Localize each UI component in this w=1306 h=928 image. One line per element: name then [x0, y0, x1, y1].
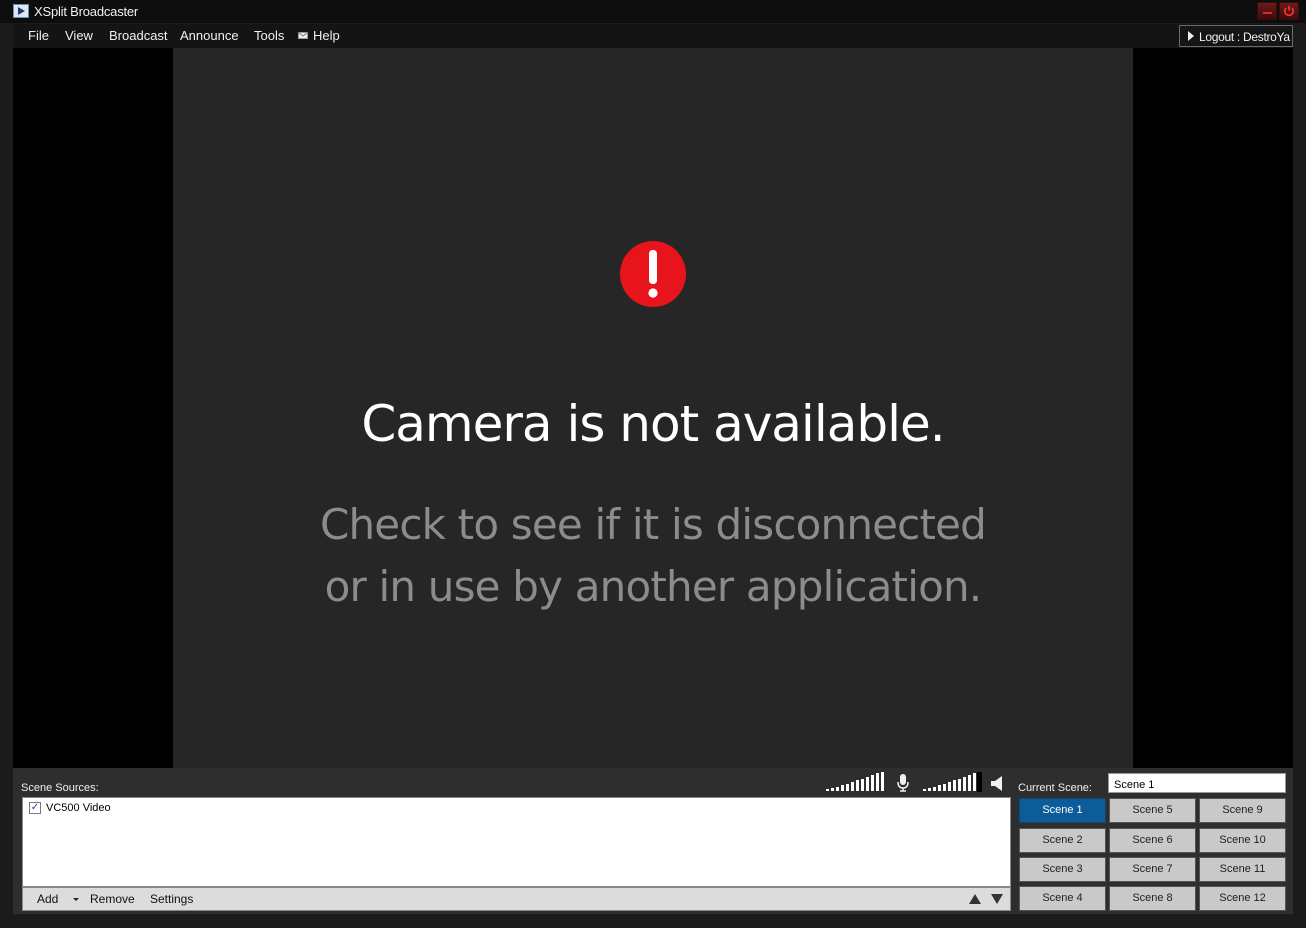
- source-visibility-checkbox[interactable]: ✓: [29, 802, 41, 814]
- window-title: XSplit Broadcaster: [34, 4, 139, 19]
- sources-toolbar: Add Remove Settings: [22, 887, 1011, 911]
- scene-button-7[interactable]: Scene 7: [1109, 857, 1196, 882]
- scene-button-9[interactable]: Scene 9: [1199, 798, 1286, 823]
- scene-sources-label: Scene Sources:: [21, 782, 99, 794]
- logout-button[interactable]: Logout : DestroYa: [1179, 25, 1293, 47]
- title-bar: XSplit Broadcaster: [0, 0, 1306, 23]
- alert-icon: [620, 241, 686, 307]
- menu-broadcast[interactable]: Broadcast: [109, 28, 168, 43]
- remove-source-button[interactable]: Remove: [90, 892, 135, 906]
- scene-sources-list[interactable]: ✓ VC500 Video: [22, 797, 1011, 887]
- camera-error-title: Camera is not available.: [361, 395, 945, 453]
- power-icon: [1283, 5, 1295, 17]
- scene-button-6[interactable]: Scene 6: [1109, 828, 1196, 853]
- current-scene-label: Current Scene:: [1018, 782, 1092, 794]
- menu-file[interactable]: File: [28, 28, 49, 43]
- camera-error-message: Check to see if it is disconnected or in…: [173, 494, 1133, 618]
- scene-button-12[interactable]: Scene 12: [1199, 886, 1286, 911]
- scene-button-11[interactable]: Scene 11: [1199, 857, 1286, 882]
- mic-icon[interactable]: [897, 774, 909, 792]
- move-up-icon[interactable]: [969, 894, 981, 904]
- app-icon: [13, 4, 29, 18]
- source-settings-button[interactable]: Settings: [150, 892, 193, 906]
- scene-button-5[interactable]: Scene 5: [1109, 798, 1196, 823]
- menu-announce[interactable]: Announce: [180, 28, 239, 43]
- preview-canvas[interactable]: Camera is not available. Check to see if…: [173, 48, 1133, 768]
- add-source-button[interactable]: Add: [37, 892, 58, 906]
- minimize-icon: [1263, 12, 1272, 14]
- add-dropdown-icon[interactable]: [73, 898, 79, 901]
- close-button[interactable]: [1279, 2, 1299, 20]
- source-name: VC500 Video: [46, 802, 111, 814]
- scene-button-1[interactable]: Scene 1: [1019, 798, 1106, 823]
- minimize-button[interactable]: [1257, 2, 1277, 20]
- camera-error-line-2: or in use by another application.: [324, 562, 983, 611]
- scene-button-10[interactable]: Scene 10: [1199, 828, 1286, 853]
- menu-view[interactable]: View: [65, 28, 93, 43]
- current-scene-input[interactable]: [1108, 773, 1286, 793]
- mail-icon: [298, 32, 308, 39]
- speaker-volume-meter[interactable]: [922, 772, 984, 792]
- scene-button-2[interactable]: Scene 2: [1019, 828, 1106, 853]
- menu-help[interactable]: Help: [313, 28, 340, 43]
- menu-tools[interactable]: Tools: [254, 28, 284, 43]
- move-down-icon[interactable]: [991, 894, 1003, 904]
- scene-button-3[interactable]: Scene 3: [1019, 857, 1106, 882]
- play-triangle-icon: [1188, 31, 1194, 41]
- speaker-icon[interactable]: [990, 775, 1006, 792]
- logout-label: Logout : DestroYa: [1199, 30, 1290, 44]
- menu-bar: File View Broadcast Announce Tools Help: [13, 24, 1293, 48]
- scene-button-8[interactable]: Scene 8: [1109, 886, 1196, 911]
- camera-error-line-1: Check to see if it is disconnected: [319, 500, 987, 549]
- app-window: XSplit Broadcaster File View Broadcast A…: [0, 0, 1306, 928]
- scene-button-4[interactable]: Scene 4: [1019, 886, 1106, 911]
- mic-volume-meter[interactable]: [825, 772, 887, 792]
